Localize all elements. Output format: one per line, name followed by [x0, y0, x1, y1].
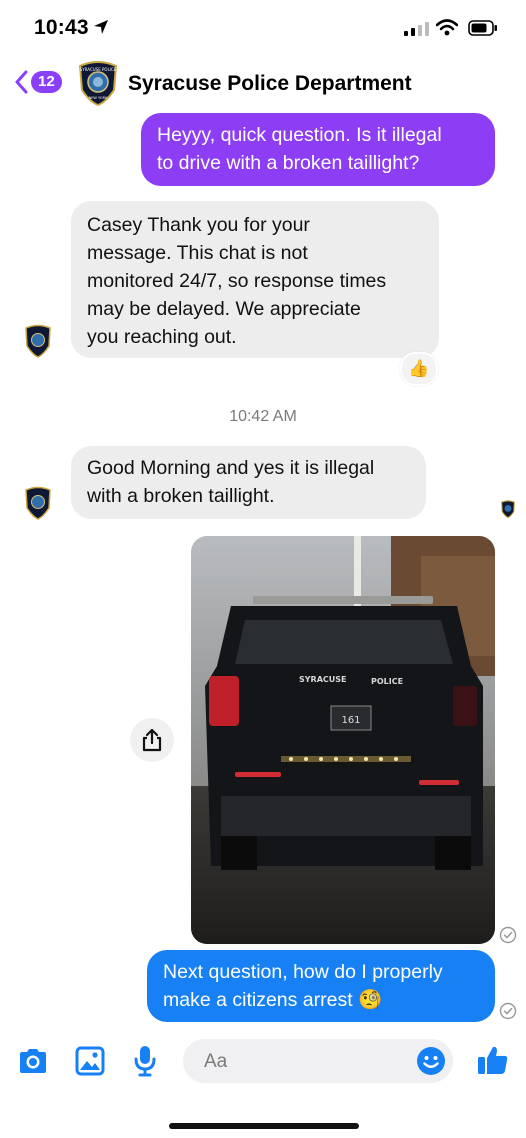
conversation-title[interactable]: Syracuse Police Department: [128, 72, 412, 96]
license-plate: 161: [341, 715, 360, 726]
message-line: Casey Thank you for your: [87, 214, 310, 236]
message-line: make a citizens arrest 🧐: [163, 989, 383, 1011]
message-line: message. This chat is not: [87, 242, 308, 264]
thumbs-up-reaction[interactable]: 👍: [400, 352, 438, 386]
battery-icon: [468, 20, 497, 36]
status-time: 10:43: [34, 16, 89, 39]
thumbs-up-icon[interactable]: [476, 1043, 510, 1077]
microphone-icon[interactable]: [132, 1044, 158, 1078]
vehicle-text-2: POLICE: [371, 677, 403, 686]
home-indicator: [169, 1123, 359, 1129]
outgoing-message[interactable]: Next question, how do I properly make a …: [147, 950, 495, 1022]
message-line: monitored 24/7, so response times: [87, 270, 387, 292]
message-input-placeholder: Aa: [204, 1051, 228, 1072]
sender-avatar[interactable]: [23, 324, 53, 358]
incoming-message[interactable]: Casey Thank you for your message. This c…: [71, 201, 439, 358]
read-receipt-avatar: [501, 500, 515, 518]
location-arrow-icon: [94, 20, 108, 34]
message-input[interactable]: Aa: [183, 1039, 453, 1083]
avatar-text-top: SYRACUSE POLICE: [80, 67, 117, 72]
police-badge-avatar[interactable]: SYRACUSE POLICE NEW YORK: [76, 60, 120, 106]
message-line: Heyyy, quick question. Is it illegal: [157, 124, 442, 146]
message-line: Good Morning and yes it is illegal: [87, 457, 375, 479]
unread-count-badge: 12: [31, 71, 62, 93]
incoming-message[interactable]: Good Morning and yes it is illegal with …: [71, 446, 426, 519]
delivered-check-icon: [499, 926, 517, 944]
message-line: may be delayed. We appreciate: [87, 298, 361, 320]
message-line: Next question, how do I properly: [163, 961, 443, 983]
share-icon: [142, 728, 162, 752]
vehicle-photo[interactable]: SYRACUSE POLICE 161: [191, 536, 495, 944]
wifi-icon: [436, 19, 458, 36]
photo-gallery-icon[interactable]: [75, 1046, 105, 1076]
message-timestamp: 10:42 AM: [229, 408, 297, 425]
cellular-signal-icon: [404, 22, 429, 36]
share-button[interactable]: [130, 718, 174, 762]
sender-avatar[interactable]: [23, 486, 53, 520]
back-button[interactable]: 12: [14, 70, 62, 94]
vehicle-text: SYRACUSE: [299, 675, 347, 684]
camera-icon[interactable]: [17, 1047, 49, 1075]
outgoing-message[interactable]: Heyyy, quick question. Is it illegal to …: [141, 113, 495, 186]
emoji-icon[interactable]: [416, 1046, 446, 1076]
message-line: with a broken taillight.: [87, 485, 275, 507]
avatar-text-bottom: NEW YORK: [89, 96, 109, 100]
message-line: to drive with a broken taillight?: [157, 152, 420, 174]
message-line: you reaching out.: [87, 326, 237, 348]
police-vehicle-image: SYRACUSE POLICE 161: [191, 536, 495, 944]
chevron-left-icon: [15, 70, 28, 94]
delivered-check-icon: [499, 1002, 517, 1020]
